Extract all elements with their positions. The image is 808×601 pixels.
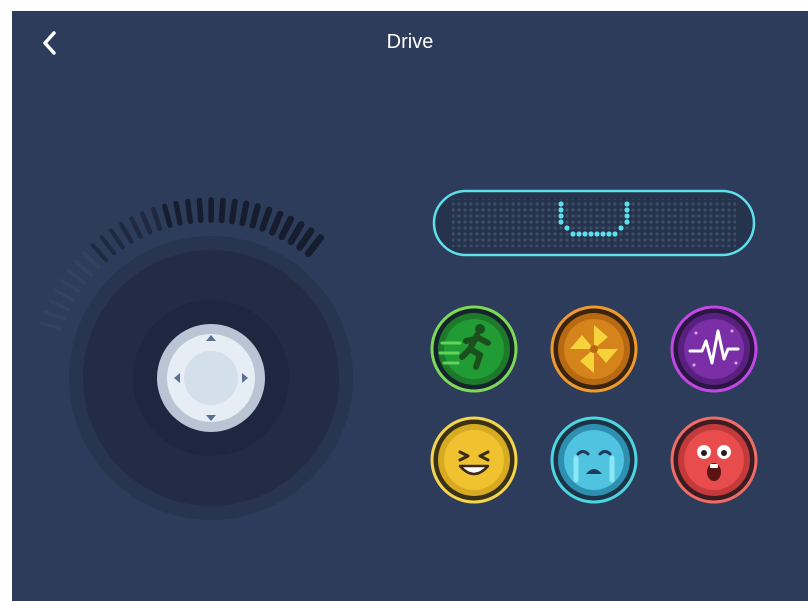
led-dot xyxy=(600,231,606,237)
speed-meter-tick xyxy=(185,198,194,225)
speed-meter-tick xyxy=(74,259,94,277)
speed-meter-tick xyxy=(82,251,101,270)
laugh-emote-button[interactable] xyxy=(430,416,518,504)
led-dot xyxy=(618,225,624,231)
speed-meter-tick xyxy=(296,227,315,251)
speed-meter-tick xyxy=(259,206,273,232)
sound-action-button[interactable] xyxy=(670,305,758,393)
led-dot xyxy=(606,231,612,237)
speed-meter-tick xyxy=(278,215,295,241)
shock-emote-button[interactable] xyxy=(670,416,758,504)
led-dot xyxy=(558,219,564,225)
speed-meter-tick xyxy=(139,211,153,235)
speed-meter-tick xyxy=(90,242,109,263)
speed-meter-tick xyxy=(304,234,325,257)
speed-meter-tick xyxy=(239,200,250,227)
joystick-area xyxy=(40,197,353,520)
led-dot xyxy=(612,231,618,237)
speed-meter-tick xyxy=(60,278,81,294)
speed-meter-tick xyxy=(99,235,117,256)
speed-meter-tick xyxy=(218,197,226,224)
direction-pad-center xyxy=(184,351,238,405)
direction-pad[interactable] xyxy=(157,324,265,432)
laughing-face-icon xyxy=(430,416,518,504)
speed-meter-tick xyxy=(48,299,71,312)
speed-meter-tick xyxy=(162,203,173,228)
speed-meter-tick xyxy=(129,216,143,239)
led-dot xyxy=(624,207,630,213)
led-dot xyxy=(624,201,630,207)
speed-meter-tick xyxy=(109,228,125,250)
led-dot xyxy=(582,231,588,237)
cry-emote-button[interactable] xyxy=(550,416,638,504)
speed-meter-tick xyxy=(269,210,284,236)
speed-meter-tick xyxy=(119,222,134,244)
speed-meter-tick xyxy=(44,310,66,321)
led-dot xyxy=(624,219,630,225)
running-man-icon xyxy=(430,305,518,393)
speed-meter-tick xyxy=(287,221,305,246)
speed-meter-tick xyxy=(229,198,238,225)
led-dot xyxy=(576,231,582,237)
led-dot xyxy=(558,213,564,219)
led-dot xyxy=(588,231,594,237)
face-display-panel xyxy=(432,189,756,257)
shocked-face-icon xyxy=(670,416,758,504)
soundwave-icon xyxy=(670,305,758,393)
speed-meter-tick xyxy=(150,207,163,231)
led-dot xyxy=(570,231,576,237)
spin-action-button[interactable] xyxy=(550,305,638,393)
led-dot xyxy=(564,225,570,231)
speed-meter-tick xyxy=(40,321,63,331)
drive-screen: Drive xyxy=(12,11,808,601)
led-dot xyxy=(624,213,630,219)
speed-meter-tick xyxy=(249,203,261,229)
speed-meter-tick xyxy=(196,197,204,224)
speed-meter-tick xyxy=(173,200,183,226)
crying-face-icon xyxy=(550,416,638,504)
run-action-button[interactable] xyxy=(430,305,518,393)
led-dot xyxy=(558,207,564,213)
led-dot xyxy=(558,201,564,207)
speed-meter-tick xyxy=(66,269,87,285)
led-dot xyxy=(594,231,600,237)
speed-meter-tick xyxy=(54,288,76,303)
pinwheel-icon xyxy=(550,305,638,393)
